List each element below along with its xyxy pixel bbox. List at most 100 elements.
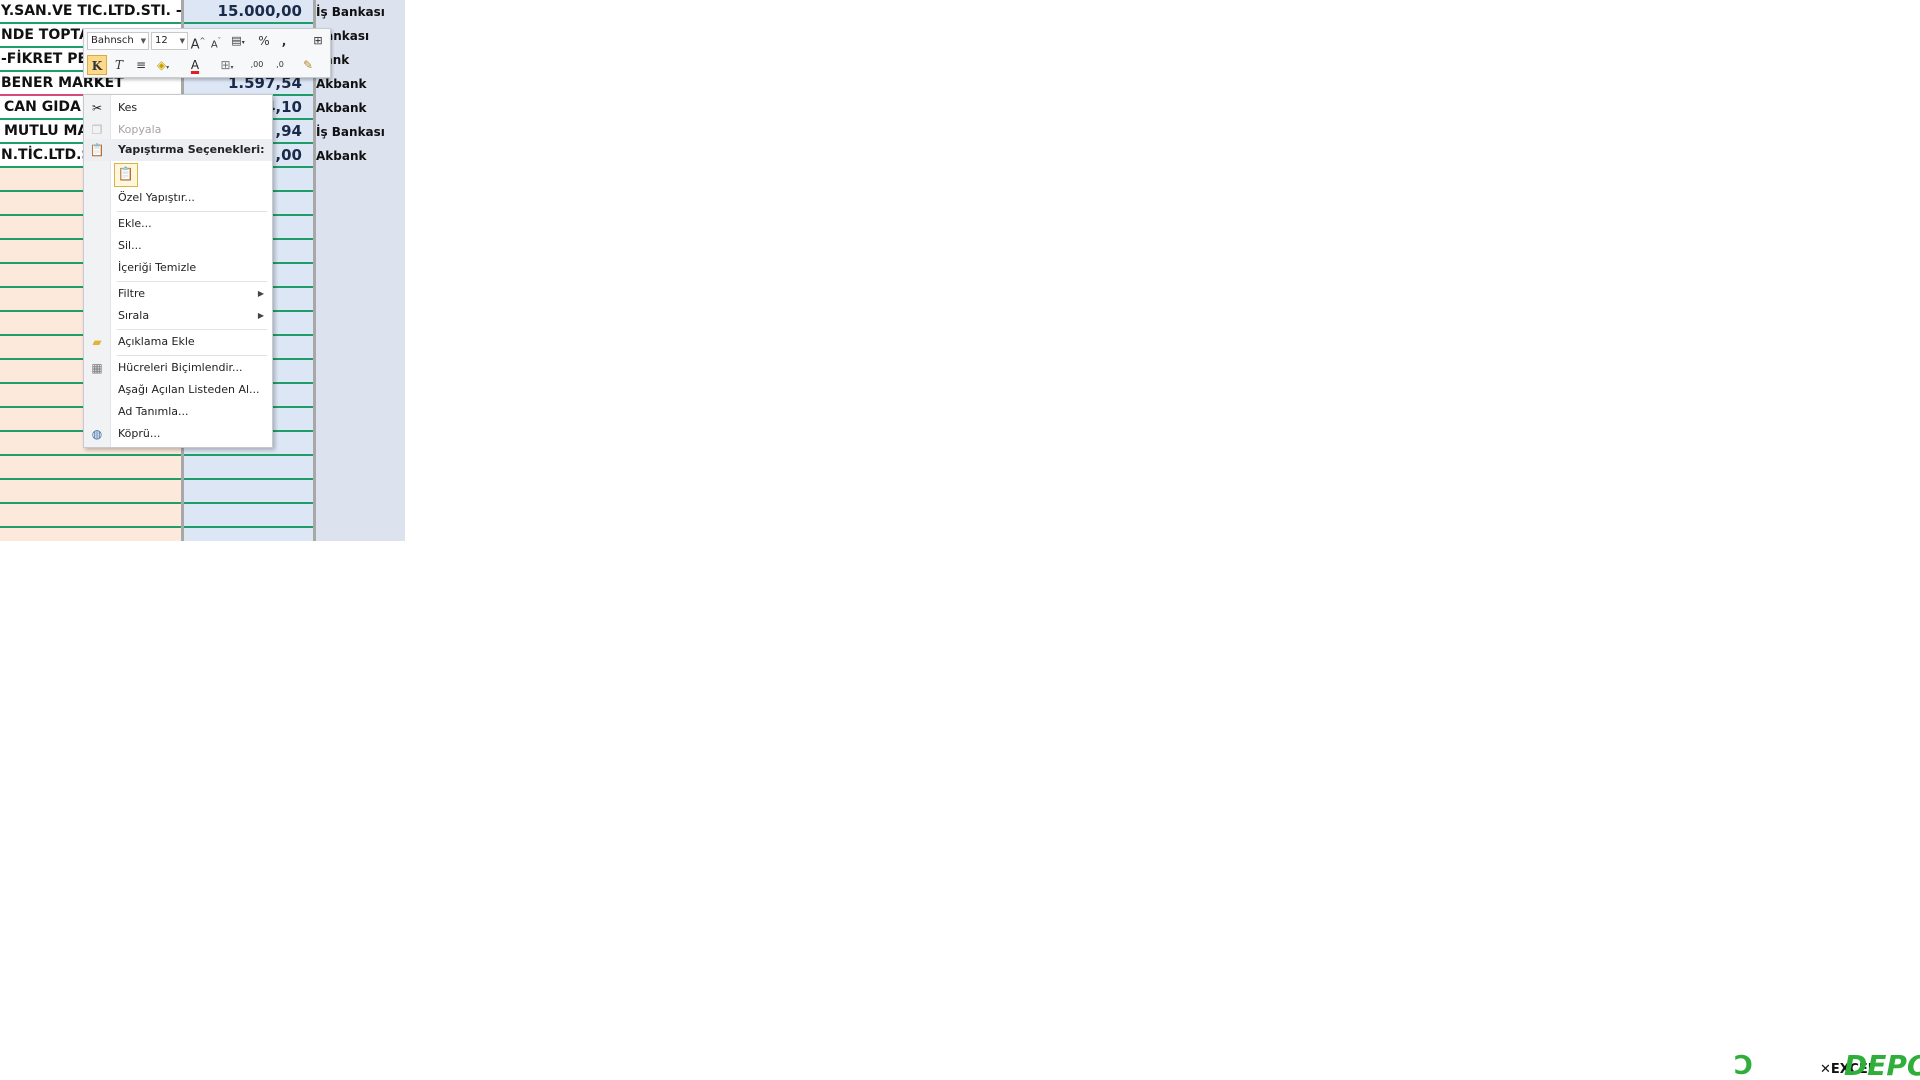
paintbrush-icon: ✎ [302,58,314,72]
watermark-logo-icon: Ↄ [1734,1051,1754,1080]
fill-color-button[interactable]: ◈▾ [153,55,173,75]
cell-bank[interactable]: Akbank [316,96,405,120]
font-name-box[interactable]: Bahnsch ▼ [87,32,149,50]
decrease-decimal-icon: ,0 [276,60,284,69]
bold-button[interactable]: K [87,55,107,75]
cell-bank[interactable]: İş Bankası [316,0,405,24]
empty-cell[interactable] [184,504,313,528]
cell-name[interactable]: Y.SAN.VE TIC.LTD.STI. - B [0,0,181,24]
menu-item-insert[interactable]: Ekle... [84,213,272,235]
paste-button[interactable]: 📋 [114,163,138,187]
menu-item-cut[interactable]: ✂ Kes [84,97,272,119]
menu-item-label: Filtre [118,287,146,300]
empty-cell[interactable] [184,528,313,541]
font-color-button[interactable]: A [185,55,205,75]
italic-icon: T [114,58,123,72]
empty-row[interactable] [0,480,405,504]
chevron-right-icon: ▶ [257,311,264,320]
shrink-font-icon: A [210,39,218,51]
menu-item-label: Sırala [118,309,150,322]
watermark: Ↄ ✕EXCEL DEPO [1734,1052,1920,1080]
accounting-format-icon: ▤ [231,34,242,47]
copy-icon: ❐ [91,123,103,137]
menu-item-label: Hücreleri Biçimlendir... [118,361,243,374]
menu-separator [117,281,267,282]
increase-decimal-icon: ,00 [250,60,264,69]
menu-separator [117,211,267,212]
chevron-down-icon: ▼ [179,37,185,45]
grow-font-button[interactable]: A^ [188,31,208,53]
cell-amount-text: 15.000,00 [217,2,302,20]
cell-amount[interactable]: 15.000,00 [184,0,313,24]
menu-item-label: Sil... [118,239,142,252]
comma-style-button[interactable]: , [274,31,294,51]
percent-button[interactable]: % [254,31,274,51]
font-color-icon: A [190,58,200,72]
menu-item-pick-from-list[interactable]: Aşağı Açılan Listeden Al... [84,379,272,401]
cell-bank[interactable]: Akbank [316,144,405,168]
menu-item-label: Kes [118,101,138,114]
menu-item-paste-special[interactable]: Özel Yapıştır... [84,187,272,209]
align-center-button[interactable]: ≡ [131,55,151,75]
align-center-icon: ≡ [135,58,147,72]
font-name-value: Bahnsch [91,35,134,46]
grow-font-icon: A [190,37,200,53]
menu-item-label: Yapıştırma Seçenekleri: [118,143,265,156]
menu-item-format-cells[interactable]: ▦ Hücreleri Biçimlendir... [84,357,272,379]
empty-row[interactable] [0,504,405,528]
empty-row[interactable] [0,528,405,541]
menu-item-copy[interactable]: ❐ Kopyala [84,119,272,141]
font-size-box[interactable]: 12 ▼ [151,32,188,50]
watermark-brand: DEPO [1844,1049,1920,1080]
menu-item-label: Ad Tanımla... [118,405,189,418]
italic-button[interactable]: T [109,55,129,75]
clipboard-icon: 📋 [117,167,135,182]
context-menu: ✂ Kes ❐ Kopyala 📋 Yapıştırma Seçenekleri… [83,94,273,448]
empty-cell[interactable] [184,456,313,480]
menu-item-filter[interactable]: Filtre ▶ [84,283,272,305]
menu-item-label: Köprü... [118,427,161,440]
menu-item-hyperlink[interactable]: ◍ Köprü... [84,423,272,445]
bold-icon: K [91,59,103,73]
cell-bank[interactable]: İş Bankası [316,120,405,144]
empty-cell[interactable] [0,456,181,480]
chevron-down-icon: ▼ [140,37,146,45]
empty-cell[interactable] [0,528,181,541]
cell-bank-text: İş Bankası [316,5,385,19]
menu-separator [117,329,267,330]
empty-cell[interactable] [0,480,181,504]
accounting-format-button[interactable]: ▤▾ [228,31,248,51]
column-divider [313,0,316,541]
font-size-value: 12 [155,35,168,46]
mini-toolbar: Bahnsch ▼ 12 ▼ A^ Aˇ ▤▾ % , ⊞ K T ≡ ◈▾ A… [83,28,331,78]
format-painter-table-button[interactable]: ⊞ [308,31,328,51]
empty-cell[interactable] [0,504,181,528]
table-row[interactable]: Y.SAN.VE TIC.LTD.STI. - B 15.000,00 İş B… [0,0,405,24]
empty-row[interactable] [0,456,405,480]
menu-item-add-comment[interactable]: ▰ Açıklama Ekle [84,331,272,353]
menu-item-label: Ekle... [118,217,152,230]
menu-item-clear-contents[interactable]: İçeriği Temizle [84,257,272,279]
menu-item-define-name[interactable]: Ad Tanımla... [84,401,272,423]
borders-button[interactable]: ⊞▾ [217,55,237,75]
clipboard-icon: 📋 [89,143,105,157]
menu-item-sort[interactable]: Sırala ▶ [84,305,272,327]
menu-item-label: İçeriği Temizle [118,261,197,274]
cell-bank-text: İş Bankası [316,125,385,139]
menu-item-label: Açıklama Ekle [118,335,195,348]
cell-name-text: Y.SAN.VE TIC.LTD.STI. - B [1,3,181,19]
menu-item-delete[interactable]: Sil... [84,235,272,257]
menu-item-label: Kopyala [118,123,162,136]
format-painter-button[interactable]: ✎ [298,55,318,75]
shrink-font-button[interactable]: Aˇ [206,31,226,51]
percent-icon: % [258,34,270,48]
scissors-icon: ✂ [91,101,103,115]
cell-bank-text: Akbank [316,101,367,115]
cell-bank-text: Akbank [316,149,367,163]
menu-paste-options-header: 📋 Yapıştırma Seçenekleri: [84,139,272,161]
format-cells-icon: ▦ [91,361,103,375]
empty-cell[interactable] [184,480,313,504]
increase-decimal-button[interactable]: ,00 [247,55,267,75]
decrease-decimal-button[interactable]: ,0 [270,55,290,75]
comment-icon: ▰ [92,335,102,349]
